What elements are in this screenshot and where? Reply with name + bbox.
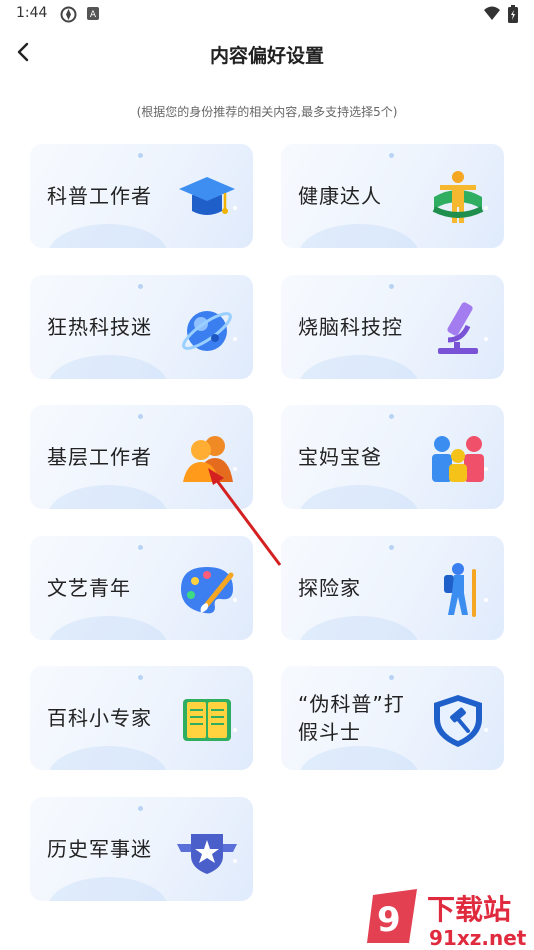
card-label: 宝妈宝爸 <box>298 445 382 469</box>
palette-icon <box>181 567 234 614</box>
watermark-brand: 下载站 <box>427 893 511 926</box>
card-science-worker[interactable]: 科普工作者 <box>30 144 253 248</box>
page-title: 内容偏好设置 <box>209 45 324 67</box>
card-label: 探险家 <box>298 576 361 600</box>
book-icon <box>183 699 231 741</box>
svg-text:9: 9 <box>377 900 401 940</box>
card-brain-tech[interactable]: 烧脑科技控 <box>281 275 504 379</box>
card-label: 文艺青年 <box>47 576 131 600</box>
card-tech-fan[interactable]: 狂热科技迷 <box>30 275 253 379</box>
shield-hammer-icon <box>434 695 482 747</box>
card-label: “伪科普”打假斗士 <box>298 692 405 744</box>
status-time: 1:44 <box>16 5 48 21</box>
wifi-icon <box>484 6 500 20</box>
card-label: 历史军事迷 <box>47 837 152 861</box>
site-watermark: 9 下载站 91xz.net <box>367 889 527 950</box>
card-label: 科普工作者 <box>47 184 152 208</box>
card-label: 百科小专家 <box>47 706 152 730</box>
card-health-expert[interactable]: 健康达人 <box>281 144 504 248</box>
military-badge-icon <box>177 834 237 874</box>
notification-a-icon: A <box>87 7 99 20</box>
status-bar: 1:44 A <box>0 0 534 28</box>
header: 内容偏好设置 <box>0 28 534 78</box>
people-icon <box>183 436 233 482</box>
selection-hint: (根据您的身份推荐的相关内容,最多支持选择5个) <box>136 105 398 119</box>
card-explorer[interactable]: 探险家 <box>281 536 504 640</box>
card-anti-pseudoscience[interactable]: “伪科普”打假斗士 <box>281 666 504 770</box>
watermark-url: 91xz.net <box>429 926 527 950</box>
card-parents[interactable]: 宝妈宝爸 <box>281 405 504 509</box>
card-history-military[interactable]: 历史军事迷 <box>30 797 253 901</box>
settings-sync-icon <box>60 6 77 23</box>
microscope-icon <box>438 302 478 354</box>
card-art-youth[interactable]: 文艺青年 <box>30 536 253 640</box>
card-grassroots-worker[interactable]: 基层工作者 <box>30 405 253 509</box>
hiker-icon <box>444 563 476 617</box>
card-label: 基层工作者 <box>47 445 152 469</box>
planet-icon <box>182 311 232 351</box>
site-logo-icon: 9 <box>367 889 417 943</box>
graduation-cap-icon <box>179 177 235 215</box>
card-label: 健康达人 <box>298 184 382 208</box>
card-label: 烧脑科技控 <box>298 315 403 339</box>
svg-text:A: A <box>90 10 97 20</box>
card-encyclopedia-expert[interactable]: 百科小专家 <box>30 666 253 770</box>
battery-icon <box>508 5 518 23</box>
fitness-person-icon <box>432 171 484 223</box>
card-label: 狂热科技迷 <box>47 315 152 339</box>
family-icon <box>432 436 484 482</box>
